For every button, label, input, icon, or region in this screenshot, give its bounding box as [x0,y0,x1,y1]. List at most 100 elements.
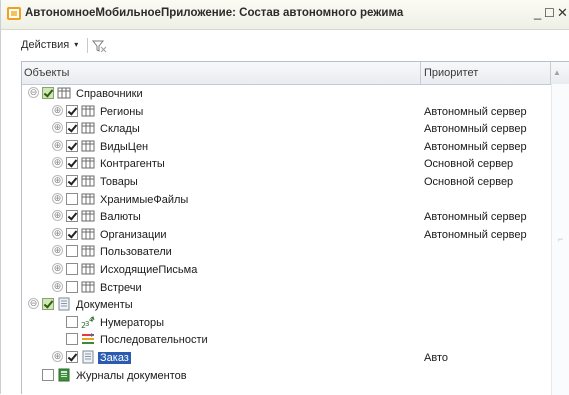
collapse-icon[interactable]: ⊖ [28,87,39,98]
tree-row[interactable]: ⊕ Пользователи [22,243,551,261]
row-checkbox[interactable] [42,87,54,99]
row-label: Валюты [100,211,141,224]
sort-up-icon: ▲ [553,68,561,77]
row-checkbox[interactable] [66,315,78,328]
expand-icon[interactable]: ⊕ [52,280,63,292]
row-label: ВидыЦен [100,140,149,153]
document-icon [57,297,71,311]
tree-row[interactable]: ⊖ Справочники [22,85,551,103]
column-header-objects[interactable]: Объекты [24,67,69,79]
row-priority[interactable]: Авто [424,352,448,364]
tree-row[interactable]: ⊕ Встречи [22,279,551,297]
row-checkbox[interactable] [66,175,78,187]
row-checkbox[interactable] [66,245,78,258]
row-label: Журналы документов [76,369,187,382]
tree-row[interactable]: 2 3 4 Нумераторы [22,314,551,332]
row-checkbox[interactable] [66,192,78,205]
row-checkbox[interactable] [66,227,78,240]
row-checkbox[interactable] [66,210,78,223]
row-checkbox[interactable] [66,333,78,346]
row-label: Встречи [100,281,142,294]
app-window: АвтономноеМобильноеПриложение: Состав ав… [0,0,569,395]
filter-icon[interactable] [91,38,107,54]
row-priority[interactable]: Автономный сервер [424,106,527,118]
tree-row[interactable]: Журналы документов [22,367,551,385]
table-icon [81,174,95,188]
collapse-icon[interactable]: ⊖ [28,298,39,310]
table-icon [81,262,95,276]
journal-icon [57,368,71,382]
expand-icon[interactable]: ⊕ [52,227,63,239]
objects-tree-grid: Объекты Приоритет ▲ ⊖ Справочники ⊕ Регионы… [21,61,569,395]
row-priority[interactable]: Основной сервер [424,158,513,170]
row-label: Пользователи [100,246,172,259]
grid-header: Объекты Приоритет ▲ [22,62,569,85]
column-separator[interactable] [550,62,551,84]
column-separator[interactable] [420,62,421,84]
row-priority[interactable]: Автономный сервер [424,141,527,153]
tree-row[interactable]: ⊕ Валюты Автономный сервер [22,208,551,226]
expand-icon[interactable]: ⊕ [52,139,63,151]
row-checkbox[interactable] [66,263,78,275]
scroll-grip-icon: ⌐ [558,234,564,244]
vertical-scrollbar[interactable]: ⌐ [551,84,569,395]
table-icon [81,244,95,258]
row-label: Организации [100,228,167,241]
row-label: Последовательности [100,334,208,347]
row-label: ИсходящиеПисьма [100,264,198,276]
row-checkbox[interactable] [42,368,54,381]
row-label: Нумераторы [100,316,165,329]
tree-row[interactable]: Последовательности [22,331,551,349]
expand-icon[interactable]: ⊕ [52,175,63,186]
expand-icon[interactable]: ⊕ [52,245,63,257]
tree-row[interactable]: ⊕ Товары Основной сервер [22,173,551,191]
table-icon [81,156,95,170]
chevron-down-icon: ▾ [74,40,79,49]
tree-row[interactable]: ⊕ Организации Автономный сервер [22,226,551,244]
expand-icon[interactable]: ⊕ [52,210,63,222]
table-icon [81,104,95,118]
row-checkbox[interactable] [42,298,54,311]
row-checkbox[interactable] [66,280,78,293]
expand-icon[interactable]: ⊕ [52,122,63,134]
row-checkbox[interactable] [66,139,78,152]
row-priority[interactable]: Основной сервер [424,176,513,188]
tree-row[interactable]: ⊕ Регионы Автономный сервер [22,103,551,121]
row-label: Документы [76,299,133,312]
tree-row[interactable]: ⊕ Заказ Авто [22,349,551,367]
row-checkbox[interactable] [66,351,78,363]
minimize-button[interactable]: _ [534,5,541,20]
toolbar-separator [87,38,88,53]
tree-row[interactable]: ⊕ Склады Автономный сервер [22,120,551,138]
row-checkbox[interactable] [66,104,78,117]
table-icon [81,209,95,223]
row-label: Заказ [98,352,131,364]
maximize-button[interactable]: ☐ [544,6,555,20]
column-header-priority[interactable]: Приоритет [424,67,478,79]
window-title: АвтономноеМобильноеПриложение: Состав ав… [25,7,404,19]
row-priority[interactable]: Автономный сервер [424,229,527,241]
row-checkbox[interactable] [66,122,78,135]
actions-label: Действия [21,39,70,51]
expand-icon[interactable]: ⊕ [52,263,63,274]
expand-icon[interactable]: ⊕ [52,157,63,169]
tree-row[interactable]: ⊕ Контрагенты Основной сервер [22,155,551,173]
tree-row[interactable]: ⊖ Документы [22,296,551,314]
tree-row[interactable]: ⊕ ХранимыеФайлы [22,191,551,209]
row-label: Регионы [100,105,144,118]
expand-icon[interactable]: ⊕ [52,104,63,116]
row-priority[interactable]: Автономный сервер [424,123,527,135]
row-checkbox[interactable] [66,157,78,170]
actions-menu-button[interactable]: Действия ▾ [21,39,78,51]
row-label: Справочники [76,88,143,100]
expand-icon[interactable]: ⊕ [52,351,63,362]
tree-row[interactable]: ⊕ ИсходящиеПисьма [22,261,551,279]
table-icon [81,192,95,206]
close-button[interactable]: ✕ [557,5,568,21]
tree-row[interactable]: ⊕ ВидыЦен Автономный сервер [22,138,551,156]
sequence-icon [81,332,95,346]
numerator-icon: 234 [81,315,95,330]
expand-icon[interactable]: ⊕ [52,192,63,204]
title-bar[interactable]: АвтономноеМобильноеПриложение: Состав ав… [1,0,569,30]
row-priority[interactable]: Автономный сервер [424,211,527,223]
